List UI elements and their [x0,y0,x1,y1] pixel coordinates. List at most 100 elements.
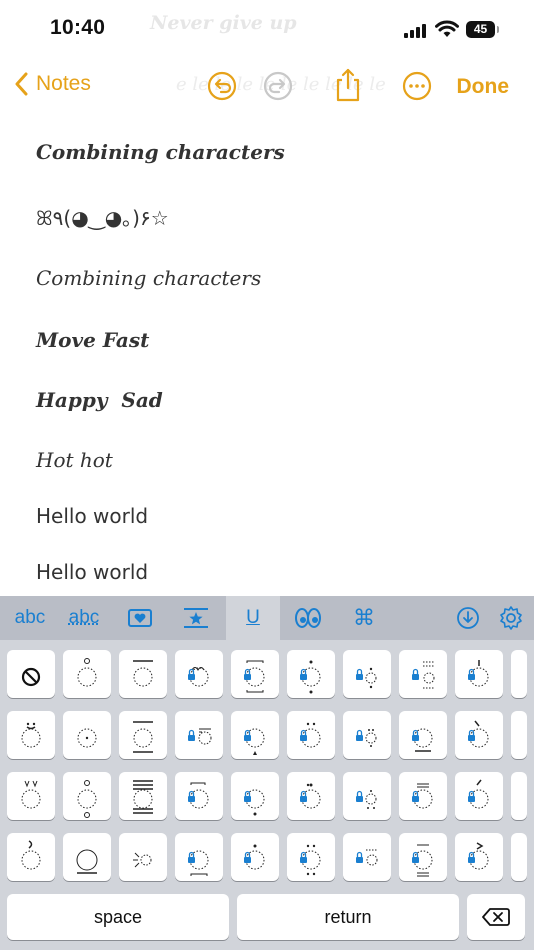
combining-mark-key[interactable] [399,833,447,881]
combining-mark-key[interactable] [455,833,503,881]
tab-command[interactable]: ⌘ [338,596,390,640]
return-key[interactable]: return [237,894,459,940]
done-button[interactable]: Done [457,75,510,99]
command-icon: ⌘ [353,605,375,630]
tab-u[interactable]: U [226,596,280,640]
combining-mark-key[interactable] [119,711,167,759]
ghost-title: Never give up [150,12,297,34]
combining-mark-key[interactable] [175,772,223,820]
tab-star-card[interactable] [170,596,222,640]
combining-mark-icon [188,850,209,876]
combining-mark-key[interactable] [119,833,167,881]
combining-mark-icon [21,780,41,809]
combining-mark-key[interactable] [399,772,447,820]
combining-mark-key[interactable] [7,772,55,820]
nav-bar: e le le le le le le le le le Notes Done [0,60,534,114]
redo-icon[interactable] [262,70,294,102]
combining-mark-key[interactable] [343,772,391,820]
backspace-icon [482,908,510,926]
combining-mark-key[interactable] [7,650,55,698]
keyboard: abc abc U ⌘ space return [0,596,534,950]
combining-mark-key[interactable] [7,711,55,759]
settings-button[interactable] [494,596,528,640]
combining-mark-icon [356,849,378,866]
combining-mark-icon [133,852,152,868]
combining-mark-key[interactable] [119,650,167,698]
combining-mark-icon [468,660,489,687]
combining-mark-key[interactable] [399,711,447,759]
combining-mark-icon [300,660,321,694]
combining-mark-key[interactable] [63,711,111,759]
combining-mark-icon [412,783,433,809]
combining-mark-key[interactable] [63,650,111,698]
download-icon [457,607,479,629]
star-card-icon [184,608,208,628]
note-line: Combining characters [36,140,285,164]
combining-mark-key[interactable] [287,772,335,820]
combining-mark-key[interactable] [231,772,279,820]
combining-mark-icon [77,728,97,748]
combining-mark-key[interactable] [287,650,335,698]
combining-mark-icon [133,721,153,753]
combining-mark-key[interactable] [63,772,111,820]
delete-key[interactable] [467,894,525,940]
combining-mark-key[interactable] [63,833,111,881]
combining-mark-key[interactable] [455,650,503,698]
combining-mark-key[interactable] [511,833,527,881]
combining-mark-key[interactable] [175,833,223,881]
share-icon[interactable] [332,66,364,104]
combining-mark-key[interactable] [455,711,503,759]
combining-mark-icon [468,842,489,870]
note-line: Hello world [36,560,149,584]
combining-mark-key[interactable] [455,772,503,820]
combining-mark-icon [356,729,377,747]
combining-mark-key[interactable] [231,711,279,759]
eyes-icon [295,608,321,628]
combining-mark-icon [76,849,98,874]
combining-mark-key[interactable] [231,833,279,881]
combining-mark-key[interactable] [343,833,391,881]
combining-mark-icon [356,790,377,809]
combining-mark-key[interactable] [175,711,223,759]
combining-mark-key[interactable] [343,650,391,698]
heart-card-icon [128,609,152,627]
combining-mark-key[interactable] [287,711,335,759]
status-bar: Never give up 10:40 45 [0,0,534,56]
combining-mark-key[interactable] [287,833,335,881]
back-label: Notes [36,72,91,95]
download-button[interactable] [452,596,484,640]
cellular-signal-icon [404,24,430,38]
combining-mark-icon [412,728,433,752]
combining-mark-icon [133,660,153,687]
back-button[interactable]: Notes [14,72,91,96]
combining-mark-key[interactable] [7,833,55,881]
combining-mark-key[interactable] [231,650,279,698]
chevron-left-icon [15,72,28,96]
combining-mark-icon [21,722,41,748]
combining-mark-icon [300,722,321,748]
combining-mark-key[interactable] [399,650,447,698]
note-line: Move Fast [36,328,150,352]
combining-mark-icon [244,789,265,816]
tab-abc[interactable]: abc [4,596,56,640]
combining-mark-key[interactable] [511,711,527,759]
combining-mark-icon [244,660,265,693]
combining-mark-key[interactable] [343,711,391,759]
combining-mark-icon [244,844,265,870]
tab-heart-card[interactable] [114,596,166,640]
combining-mark-icon [77,780,97,818]
combining-mark-key[interactable] [511,772,527,820]
more-icon[interactable] [401,70,433,102]
combining-mark-icon [412,844,433,877]
tab-abc-dotted[interactable]: abc [58,596,110,640]
combining-mark-icon [188,667,209,687]
space-key[interactable]: space [7,894,229,940]
combining-mark-key[interactable] [511,650,527,698]
combining-mark-icon [356,667,377,689]
combining-mark-icon [21,840,41,870]
wifi-icon [435,20,459,37]
undo-icon[interactable] [206,70,238,102]
tab-eyes[interactable] [282,596,334,640]
combining-mark-key[interactable] [119,772,167,820]
combining-mark-key[interactable] [175,650,223,698]
